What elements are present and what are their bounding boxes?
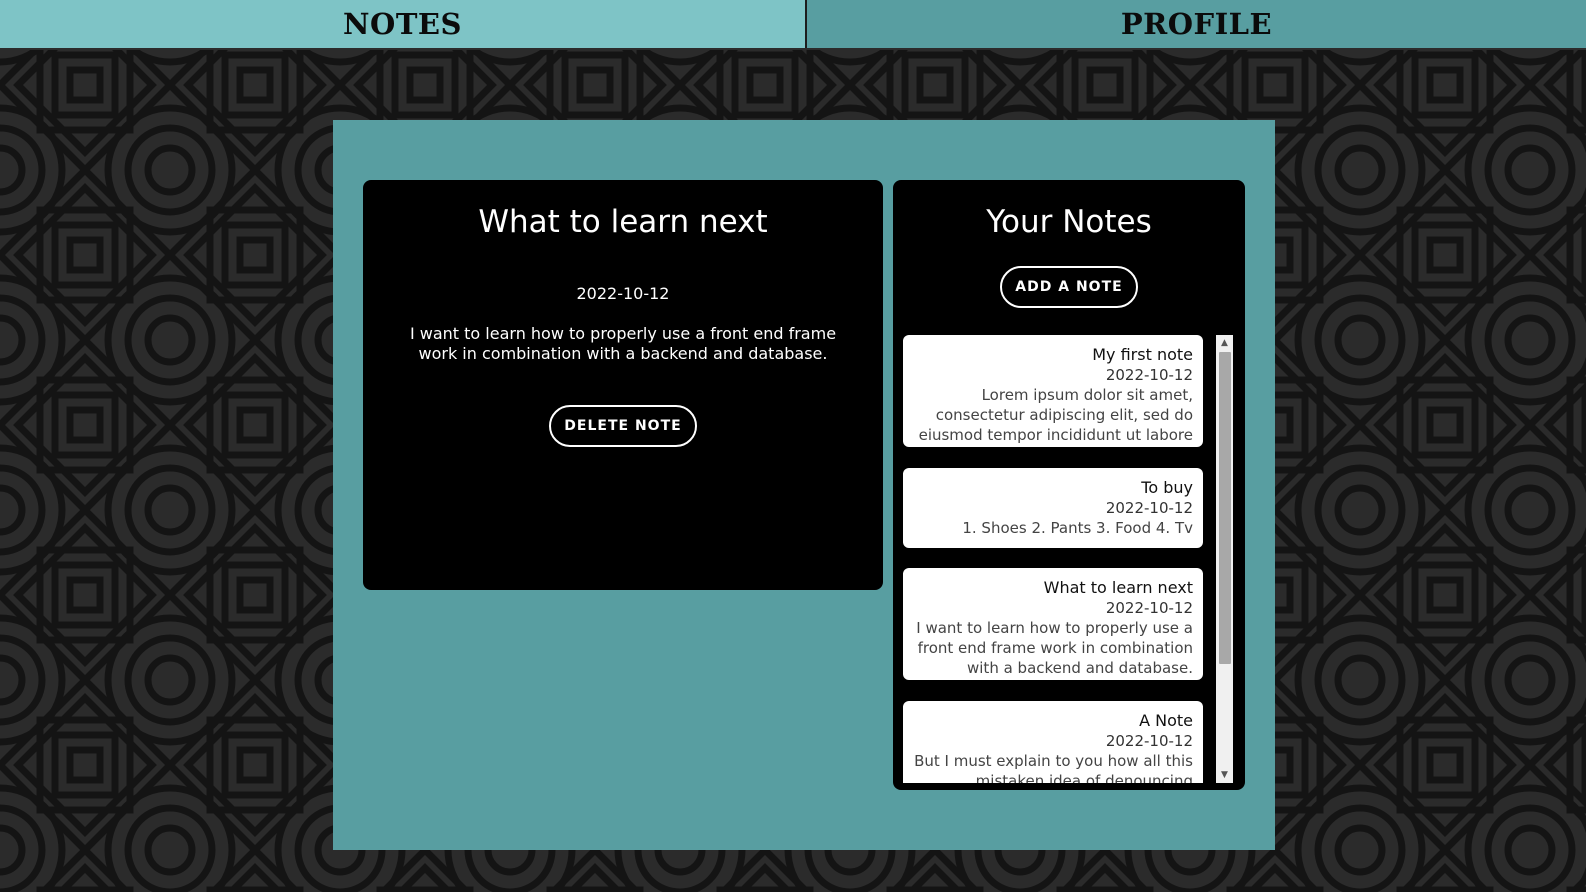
scrollbar-thumb[interactable] [1219,352,1231,664]
note-item-my-first-note[interactable]: My first note 2022-10-12 Lorem ipsum dol… [903,335,1203,447]
note-item-body: 1. Shoes 2. Pants 3. Food 4. Tv [962,519,1193,537]
top-nav: NOTES PROFILE [0,0,1586,50]
notes-scrollbar[interactable]: ▲ ▼ [1216,335,1233,783]
add-note-button[interactable]: ADD A NOTE [1000,266,1138,308]
note-item-body: Lorem ipsum dolor sit amet, consectetur … [918,386,1193,444]
note-item-to-buy[interactable]: To buy 2022-10-12 1. Shoes 2. Pants 3. F… [903,468,1203,548]
note-detail-body: I want to learn how to properly use a fr… [409,324,837,363]
note-item-body: I want to learn how to properly use a fr… [916,619,1193,677]
note-item-date: 2022-10-12 [1105,732,1193,750]
note-item-date: 2022-10-12 [1105,599,1193,617]
note-item-a-note[interactable]: A Note 2022-10-12 But I must explain to … [903,701,1203,783]
note-item-title: To buy [1141,478,1193,497]
nav-tab-profile[interactable]: PROFILE [807,0,1586,48]
triangle-up-icon[interactable]: ▲ [1216,335,1233,351]
note-item-body: But I must explain to you how all this m… [914,752,1193,783]
delete-note-button[interactable]: DELETE NOTE [549,405,697,447]
note-item-title: My first note [1092,345,1193,364]
note-item-title: A Note [1139,711,1193,730]
triangle-down-icon[interactable]: ▼ [1216,767,1233,783]
main-panel: What to learn next 2022-10-12 I want to … [333,120,1275,850]
note-item-date: 2022-10-12 [1105,499,1193,517]
note-detail-card: What to learn next 2022-10-12 I want to … [363,180,883,590]
note-detail-title: What to learn next [478,204,768,240]
notes-list-title: Your Notes [986,204,1152,240]
note-item-date: 2022-10-12 [1105,366,1193,384]
note-item-what-to-learn-next[interactable]: What to learn next 2022-10-12 I want to … [903,568,1203,680]
notes-list-card: Your Notes ADD A NOTE My first note 2022… [893,180,1245,790]
note-detail-date: 2022-10-12 [576,284,670,303]
add-note-wrapper: ADD A NOTE [893,266,1245,308]
notes-scroll-area[interactable]: My first note 2022-10-12 Lorem ipsum dol… [903,335,1233,783]
nav-tab-notes[interactable]: NOTES [0,0,807,48]
note-item-title: What to learn next [1043,578,1193,597]
